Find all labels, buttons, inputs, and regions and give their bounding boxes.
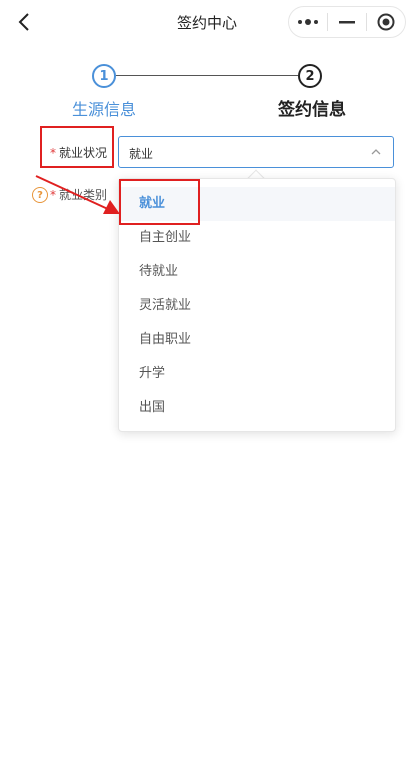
mini-program-capsule (288, 6, 406, 38)
dropdown-option[interactable]: 自由职业 (119, 323, 395, 357)
annotation-box-option (119, 179, 200, 225)
chevron-up-icon (371, 149, 381, 155)
dropdown-option[interactable]: 灵活就业 (119, 289, 395, 323)
dropdown-option[interactable]: 待就业 (119, 255, 395, 289)
dropdown-option[interactable]: 自主创业 (119, 221, 395, 255)
minimize-button[interactable] (328, 7, 366, 37)
target-circle-icon (377, 13, 395, 31)
employment-status-select[interactable]: 就业 (118, 136, 394, 168)
more-dots-icon (298, 19, 318, 25)
dropdown-option[interactable]: 出国 (119, 391, 395, 425)
more-button[interactable] (289, 7, 327, 37)
step-2-indicator: 2 (298, 64, 322, 88)
step-1-indicator: 1 (92, 64, 116, 88)
employment-type-label: * 就业类别 (50, 186, 107, 203)
close-button[interactable] (367, 7, 405, 37)
step-1-label: 生源信息 (72, 100, 137, 119)
required-mark: * (50, 188, 56, 202)
minus-icon (339, 21, 355, 24)
help-icon[interactable]: ? (32, 187, 48, 203)
employment-status-value: 就业 (129, 147, 154, 161)
employment-type-label-text: 就业类别 (59, 188, 108, 202)
nav-bar: 签约中心 (0, 0, 414, 44)
step-connector (116, 75, 298, 76)
step-2-label: 签约信息 (278, 100, 346, 120)
annotation-box-label (40, 126, 114, 168)
dropdown-option[interactable]: 升学 (119, 357, 395, 391)
